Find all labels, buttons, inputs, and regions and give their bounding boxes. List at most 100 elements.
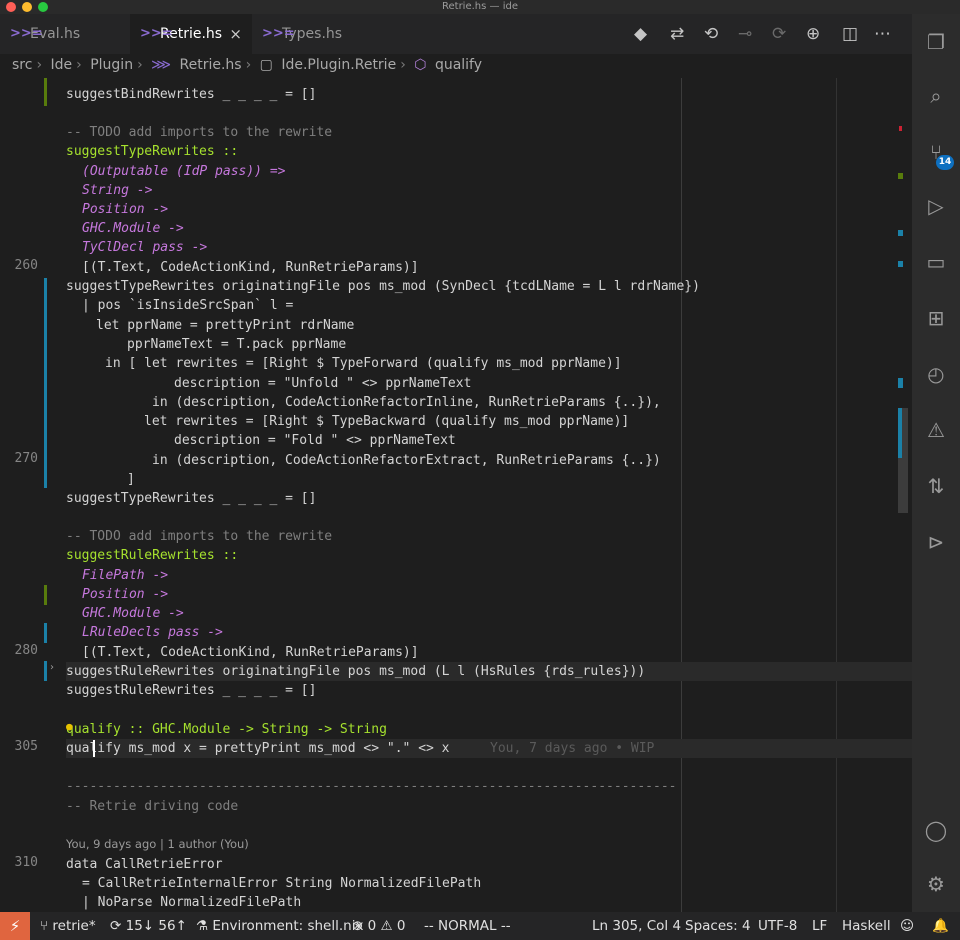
- commit-icon[interactable]: ⊸: [738, 14, 752, 54]
- encoding[interactable]: UTF-8: [758, 912, 797, 940]
- haskell-file-icon: >>=: [10, 26, 43, 41]
- tab-eval[interactable]: >>= Eval.hs: [0, 14, 130, 54]
- scrollbar-marker: [898, 230, 903, 236]
- remote-explorer-icon[interactable]: ▭: [912, 244, 960, 280]
- haskell-file-icon: ⋙: [151, 57, 172, 73]
- environment-indicator[interactable]: ⚗ Environment: shell.nix: [196, 912, 363, 940]
- more-actions-icon[interactable]: ⋯: [874, 14, 891, 54]
- feedback-icon[interactable]: ☺: [900, 912, 914, 940]
- code-line: String ->: [82, 183, 153, 198]
- scrollbar-marker: [898, 378, 903, 388]
- previous-change-icon[interactable]: ⟲: [704, 14, 718, 54]
- problems-icon[interactable]: ⚠: [912, 412, 960, 448]
- scrollbar-marker: [899, 126, 902, 131]
- codelens-author[interactable]: You, 9 days ago | 1 author (You): [66, 835, 249, 854]
- git-added-marker: [44, 78, 47, 106]
- line-number: 280: [14, 643, 38, 658]
- code-line: GHC.Module ->: [82, 221, 184, 236]
- code-line: [(T.Text, CodeActionKind, RunRetrieParam…: [82, 645, 419, 660]
- code-line: in (description, CodeActionRefactorInlin…: [152, 395, 661, 410]
- terminal-icon[interactable]: ⊳: [912, 524, 960, 560]
- code-line: LRuleDecls pass ->: [82, 625, 223, 640]
- fold-chevron-icon[interactable]: ›: [50, 662, 54, 673]
- overview-ruler[interactable]: [895, 78, 912, 912]
- code-comment: ----------------------------------------…: [66, 779, 678, 794]
- code-editor[interactable]: 260 270 280 305 310 › suggestBindRewrite…: [0, 78, 912, 912]
- code-comment: -- TODO add imports to the rewrite: [66, 529, 333, 544]
- zoom-window-button[interactable]: [38, 2, 48, 12]
- sync-indicator[interactable]: ⟳ 15↓ 56↑: [110, 912, 187, 940]
- text-cursor: [93, 740, 95, 757]
- module-icon: ▢: [259, 57, 273, 73]
- run-debug-icon[interactable]: ▷: [912, 188, 960, 224]
- close-tab-icon[interactable]: ×: [229, 14, 242, 54]
- next-change-icon[interactable]: ⟳: [772, 14, 786, 54]
- close-window-button[interactable]: [6, 2, 16, 12]
- lightbulb-icon[interactable]: ●: [66, 720, 78, 734]
- breadcrumb-item[interactable]: src: [12, 57, 32, 73]
- remote-indicator-icon[interactable]: ⚡: [0, 912, 30, 940]
- search-icon[interactable]: ⌕: [912, 78, 960, 114]
- scrollbar-marker: [898, 408, 902, 458]
- open-changes-icon[interactable]: ⇄: [670, 14, 684, 54]
- code-comment: -- TODO add imports to the rewrite: [66, 125, 333, 140]
- account-icon[interactable]: ◯: [912, 812, 960, 848]
- notifications-bell-icon[interactable]: 🔔: [932, 912, 949, 940]
- breadcrumb-item[interactable]: Retrie.hs: [180, 57, 242, 73]
- activity-bar: ❐ ⌕ ⑂ 14 ▷ ▭ ⊞ ◴ ⚠ ⇅ ⊳ ◯ ⚙: [912, 14, 960, 912]
- haskell-file-icon: >>=: [140, 26, 173, 41]
- haskell-file-icon: >>=: [262, 26, 295, 41]
- end-of-line[interactable]: LF: [812, 912, 827, 940]
- function-symbol-icon: ⬡: [414, 57, 427, 73]
- vim-mode: -- NORMAL --: [424, 918, 511, 934]
- code-line: let pprName = prettyPrint rdrName: [96, 318, 355, 333]
- code-line: suggestTypeRewrites _ _ _ _ = []: [66, 491, 317, 506]
- code-line: [(T.Text, CodeActionKind, RunRetrieParam…: [82, 260, 419, 275]
- git-blame-annotation: You, 7 days ago • WIP: [490, 741, 655, 756]
- code-line: suggestTypeRewrites originatingFile pos …: [66, 279, 700, 294]
- language-mode[interactable]: Haskell: [842, 912, 891, 940]
- branch-indicator[interactable]: ⑂ retrie*: [40, 912, 96, 940]
- code-line: | NoParse NormalizedFilePath: [82, 895, 302, 910]
- code-line: FilePath ->: [82, 568, 169, 583]
- toggle-blame-icon[interactable]: ⊕: [806, 14, 820, 54]
- code-line: suggestTypeRewrites ::: [66, 144, 239, 159]
- explorer-icon[interactable]: ❐: [912, 24, 960, 60]
- settings-gear-icon[interactable]: ⚙: [912, 866, 960, 902]
- code-content[interactable]: suggestBindRewrites _ _ _ _ = [] -- TODO…: [66, 78, 912, 912]
- code-line: suggestRuleRewrites ::: [66, 548, 239, 563]
- scrollbar-marker: [898, 173, 903, 179]
- cursor-position[interactable]: Ln 305, Col 4: [592, 912, 681, 940]
- tab-retrie[interactable]: >>= Retrie.hs ×: [130, 14, 252, 54]
- git-icon[interactable]: ◆: [634, 14, 647, 54]
- code-line: description = "Unfold " <> pprNameText: [174, 376, 472, 391]
- pull-requests-icon[interactable]: ⇅: [912, 468, 960, 504]
- line-number-gutter: 260 270 280 305 310 ›: [0, 78, 54, 912]
- breadcrumb-item[interactable]: Ide: [51, 57, 73, 73]
- line-number: 310: [14, 855, 38, 870]
- problems-indicator[interactable]: ⊗ 0 ⚠ 0: [352, 912, 405, 940]
- minimize-window-button[interactable]: [22, 2, 32, 12]
- code-line: description = "Fold " <> pprNameText: [174, 433, 456, 448]
- extensions-icon[interactable]: ⊞: [912, 300, 960, 336]
- code-line: let rewrites = [Right $ TypeBackward (qu…: [144, 414, 630, 429]
- source-control-icon[interactable]: ⑂ 14: [912, 134, 960, 170]
- tab-types[interactable]: >>= Types.hs: [252, 14, 380, 54]
- code-line: | pos `isInsideSrcSpan` l =: [82, 298, 294, 313]
- code-line: TyClDecl pass ->: [82, 240, 208, 255]
- code-line: qualify ms_mod x = prettyPrint ms_mod <>…: [66, 741, 450, 756]
- git-branch-icon: ⑂: [40, 918, 53, 934]
- code-line: Position ->: [82, 202, 169, 217]
- indentation[interactable]: Spaces: 4: [685, 912, 751, 940]
- code-line: = CallRetrieInternalError String Normali…: [82, 876, 482, 891]
- code-line: in (description, CodeActionRefactorExtra…: [152, 453, 661, 468]
- breadcrumb: src › Ide › Plugin › ⋙ Retrie.hs › ▢ Ide.Plu…: [0, 54, 912, 78]
- breadcrumb-item[interactable]: Ide.Plugin.Retrie: [281, 57, 396, 73]
- split-editor-icon[interactable]: ◫: [842, 14, 858, 54]
- code-line: suggestRuleRewrites _ _ _ _ = []: [66, 683, 317, 698]
- breadcrumb-item[interactable]: Plugin: [90, 57, 133, 73]
- code-line: pprNameText = T.pack pprName: [127, 337, 347, 352]
- git-graph-icon[interactable]: ◴: [912, 356, 960, 392]
- code-line: suggestBindRewrites _ _ _ _ = []: [66, 87, 317, 102]
- breadcrumb-item[interactable]: qualify: [435, 57, 482, 73]
